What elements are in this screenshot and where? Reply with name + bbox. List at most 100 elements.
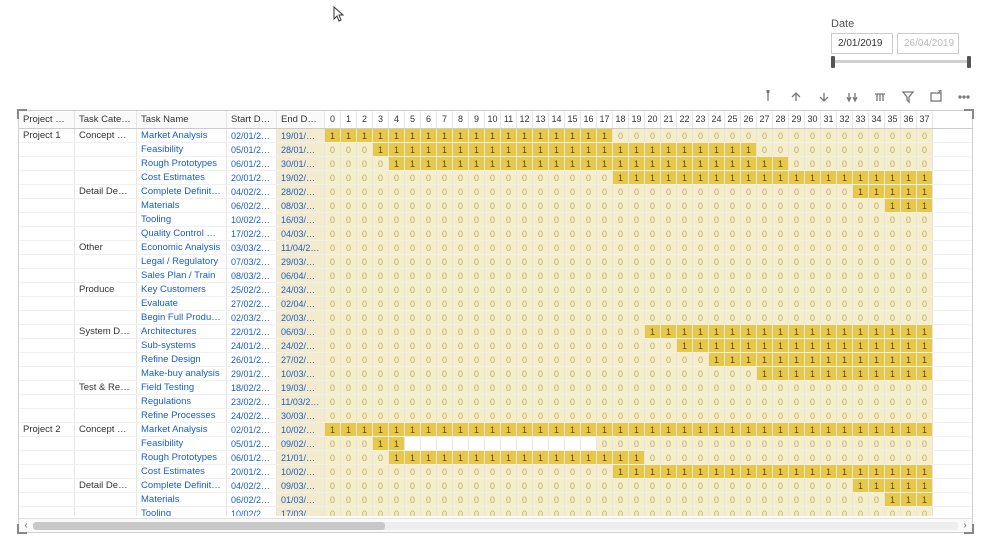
scroll-thumb[interactable] [33,522,385,530]
col-header-day[interactable]: 28 [773,111,789,128]
table-row[interactable]: Detail DesignComplete Definition04/02/20… [19,479,972,493]
cell-value: 1 [885,353,901,366]
col-header-day[interactable]: 4 [389,111,405,128]
table-row[interactable]: Materials06/02/201908/03/201900000000000… [19,199,972,213]
scroll-right-icon[interactable]: › [958,520,972,531]
cell-value: 0 [613,129,629,142]
filter-icon[interactable] [901,90,915,104]
col-header-day[interactable]: 33 [853,111,869,128]
table-row[interactable]: Detail DesignComplete Definition04/02/20… [19,185,972,199]
col-header-day[interactable]: 5 [405,111,421,128]
table-row[interactable]: Feasibility05/01/201928/01/2019000111111… [19,143,972,157]
col-header-day[interactable]: 15 [565,111,581,128]
table-row[interactable]: Project 1Concept Dev.Market Analysis02/0… [19,129,972,143]
col-header-day[interactable]: 21 [661,111,677,128]
col-header-day[interactable]: 35 [885,111,901,128]
col-header-day[interactable]: 24 [709,111,725,128]
col-header-day[interactable]: 0 [325,111,341,128]
col-header-day[interactable]: 10 [485,111,501,128]
table-row[interactable]: Refine Design26/01/201927/02/20190000000… [19,353,972,367]
table-row[interactable]: Quality Control Def.17/02/201904/03/2019… [19,227,972,241]
col-header-day[interactable]: 37 [917,111,933,128]
drill-expand-icon[interactable] [873,90,887,104]
col-header-project[interactable]: Project Name [19,111,75,128]
col-header-day[interactable]: 34 [869,111,885,128]
table-row[interactable]: Cost Estimates20/01/201910/02/2019000000… [19,465,972,479]
table-row[interactable]: Test & RefineField Testing18/02/201919/0… [19,381,972,395]
matrix-visual-frame[interactable]: Project Name Task Category Task Name Sta… [18,110,973,533]
col-header-end[interactable]: End Date [277,111,325,128]
table-row[interactable]: Legal / Regulatory07/03/201929/03/201900… [19,255,972,269]
col-header-day[interactable]: 6 [421,111,437,128]
col-header-day[interactable]: 3 [373,111,389,128]
cell-value: 0 [501,507,517,516]
date-slider[interactable] [831,60,971,63]
drill-down-icon[interactable] [817,90,831,104]
cell-value: 0 [805,227,821,240]
table-row[interactable]: Sales Plan / Train08/03/201906/04/201900… [19,269,972,283]
col-header-day[interactable]: 23 [693,111,709,128]
col-header-task[interactable]: Task Name [137,111,227,128]
col-header-day[interactable]: 31 [821,111,837,128]
more-options-icon[interactable] [957,90,971,104]
col-header-day[interactable]: 27 [757,111,773,128]
table-row[interactable]: Project 2Concept Dev.Market Analysis02/0… [19,423,972,437]
col-header-day[interactable]: 17 [597,111,613,128]
table-row[interactable]: OtherEconomic Analysis03/03/201911/04/20… [19,241,972,255]
col-header-day[interactable]: 22 [677,111,693,128]
col-header-day[interactable]: 16 [581,111,597,128]
table-row[interactable]: Tooling10/02/201916/03/20190000000000000… [19,213,972,227]
table-row[interactable]: Rough Prototypes06/01/201930/01/20190000… [19,157,972,171]
date-end-input[interactable]: 26/04/2019 [897,33,959,54]
date-start-input[interactable]: 2/01/2019 [831,33,893,54]
col-header-day[interactable]: 2 [357,111,373,128]
col-header-start[interactable]: Start Date [227,111,277,128]
col-header-day[interactable]: 30 [805,111,821,128]
cell-value: 0 [805,185,821,198]
col-header-day[interactable]: 18 [613,111,629,128]
table-row[interactable]: System DesignArchitectures22/01/201906/0… [19,325,972,339]
table-row[interactable]: Begin Full Production02/03/201920/03/201… [19,311,972,325]
scroll-track[interactable] [33,522,958,530]
col-header-day[interactable]: 8 [453,111,469,128]
col-header-day[interactable]: 20 [645,111,661,128]
cell-value: 0 [741,479,757,492]
table-row[interactable]: Sub-systems24/01/201924/02/2019000000000… [19,339,972,353]
table-row[interactable]: Refine Processes24/02/201930/03/20190000… [19,409,972,423]
col-header-day[interactable]: 9 [469,111,485,128]
table-row[interactable]: Make-buy analysis29/01/201910/03/2019000… [19,367,972,381]
col-header-day[interactable]: 12 [517,111,533,128]
cell-value: 1 [725,157,741,170]
col-header-day[interactable]: 11 [501,111,517,128]
col-header-day[interactable]: 14 [549,111,565,128]
drill-up-icon[interactable] [789,90,803,104]
col-header-day[interactable]: 36 [901,111,917,128]
drill-next-level-icon[interactable] [845,90,859,104]
cell-value: 0 [885,129,901,142]
col-header-day[interactable]: 19 [629,111,645,128]
drill-info-icon[interactable] [761,90,775,104]
col-header-day[interactable]: 29 [789,111,805,128]
col-header-category[interactable]: Task Category [75,111,137,128]
table-row[interactable]: Evaluate27/02/201902/04/2019000000000000… [19,297,972,311]
scroll-left-icon[interactable]: ‹ [19,520,33,531]
table-row[interactable]: Tooling10/02/201917/03/20190000000000000… [19,507,972,516]
focus-mode-icon[interactable] [929,90,943,104]
cell-value: 1 [869,339,885,352]
table-row[interactable]: Rough Prototypes06/01/201921/01/20190000… [19,451,972,465]
col-header-day[interactable]: 13 [533,111,549,128]
col-header-day[interactable]: 1 [341,111,357,128]
col-header-day[interactable]: 26 [741,111,757,128]
table-row[interactable]: ProduceKey Customers25/02/201924/03/2019… [19,283,972,297]
table-row[interactable]: Regulations23/02/201911/03/2019000000000… [19,395,972,409]
col-header-day[interactable]: 25 [725,111,741,128]
col-header-day[interactable]: 7 [437,111,453,128]
horizontal-scrollbar[interactable]: ‹ › [19,518,972,532]
col-header-day[interactable]: 32 [837,111,853,128]
table-row[interactable]: Materials06/02/201901/03/201900000000000… [19,493,972,507]
slider-handle-start[interactable] [831,56,835,68]
table-row[interactable]: Feasibility05/01/201909/02/2019000110000… [19,437,972,451]
slider-handle-end[interactable] [967,56,971,68]
date-slicer[interactable]: Date 2/01/2019 26/04/2019 [831,18,971,63]
table-row[interactable]: Cost Estimates20/01/201919/02/2019000000… [19,171,972,185]
